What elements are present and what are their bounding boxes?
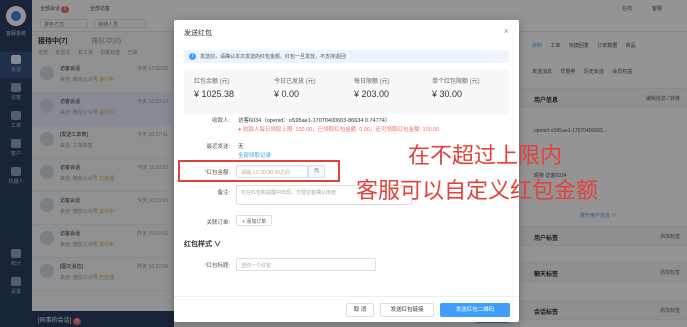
stat-daily-limit: 每日限额 (元) ¥ 203.00 [354,76,434,99]
stat-value: ¥ 0.00 [274,89,300,99]
notice-banner: i 发送前，请确认本次发送的红包金额。红包一旦发放，不支持退回! [184,50,509,63]
quota-stats: 红包余额 (元) ¥ 1025.38 今日已发放 (元) ¥ 0.00 每日限额 (… [184,70,509,114]
send-link-button[interactable]: 发送红包链接 [380,303,434,317]
receiver-value: 访客6034（openid：oS95ae1-17070400603-86634 … [238,118,391,124]
send-qrcode-button[interactable]: 发送红包二维码 [440,303,510,317]
close-icon[interactable]: × [504,26,509,36]
receiver-warning-text: 收款人每日领取上限: 100.00，已领取红包金额: 0.00，还可领取红包金额… [242,127,440,133]
customer-service-app: 客服系统 会话 访客 工单 客户 机器人 统计 设置 全部会话 2 全部访客 排序… [0,0,687,327]
greeting-label: *红包标题: [204,263,230,269]
greeting-input[interactable]: 送你一个红包 [236,258,376,271]
stat-label: 每日限额 (元) [354,79,390,85]
dialog-title: 发送红包 [184,30,212,37]
receiver-label: 收款人: [211,118,230,124]
annotation-line1: 在不超过上限内 [408,144,563,169]
remark-label: 备注: [217,190,230,196]
amount-highlight-box [178,160,340,182]
stat-label: 今日已发放 (元) [274,79,316,85]
stat-label: 单个红包限额 (元) [432,79,480,85]
dialog-footer: 取 消 发送红包链接 发送红包二维码 [174,296,519,322]
stat-value: ¥ 203.00 [354,89,390,99]
stat-single-limit: 单个红包限额 (元) ¥ 30.00 [432,76,512,99]
add-order-button[interactable]: + 添加订单 [236,215,273,226]
stat-label: 红包余额 (元) [194,79,230,85]
info-icon: i [189,53,196,60]
stat-value: ¥ 30.00 [432,89,463,99]
order-label: 关联订单: [206,220,230,226]
greeting-label-text: 红包标题: [206,263,230,269]
recent-label: 最近发送: [206,144,230,150]
stat-balance: 红包余额 (元) ¥ 1025.38 [194,76,274,99]
recent-value: 无 [238,144,244,150]
annotation-line2: 客服可以自定义红包金额 [356,179,599,204]
red-packet-style-section[interactable]: 红包样式 ∨ [184,239,221,249]
cancel-button[interactable]: 取 消 [346,303,374,317]
receiver-warning: ● 收款人每日领取上限: 100.00，已领取红包金额: 0.00，还可领取红包… [238,127,440,133]
notice-text: 发送前，请确认本次发送的红包金额。红包一旦发放，不支持退回! [200,54,347,60]
all-records-link[interactable]: 全部领取记录 [238,151,271,159]
stat-value: ¥ 1025.38 [194,89,235,99]
stat-today-sent: 今日已发放 (元) ¥ 0.00 [274,76,354,99]
